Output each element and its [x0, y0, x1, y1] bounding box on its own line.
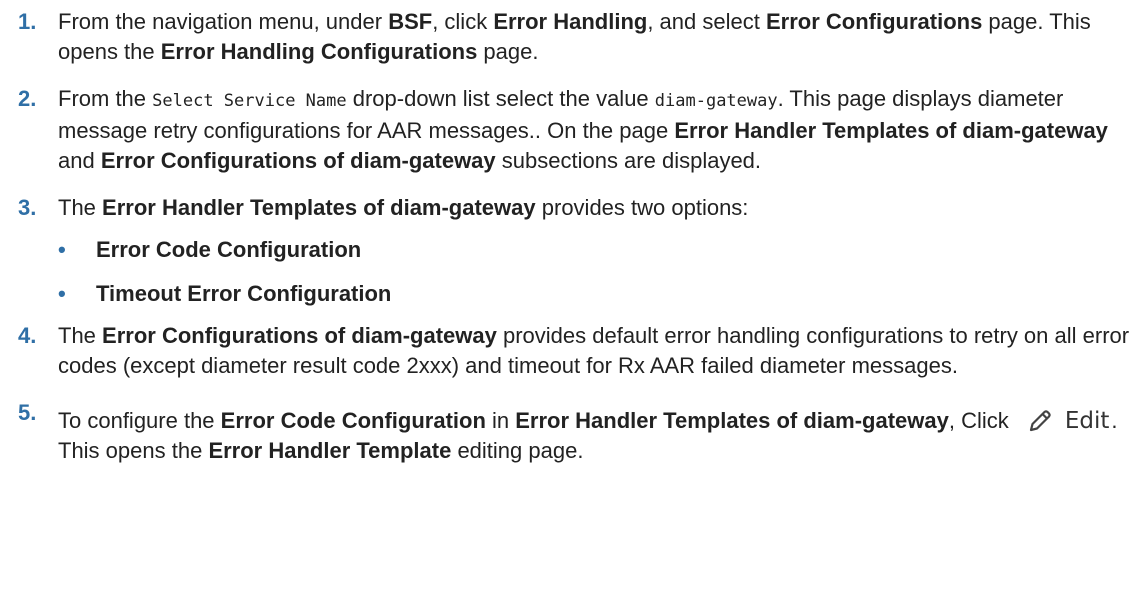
code-diam-gateway: diam-gateway — [654, 91, 778, 111]
section-error-handler-templates: Error Handler Templates of diam-gateway — [674, 118, 1108, 143]
step-4: 4. The Error Configurations of diam-gate… — [18, 323, 1130, 378]
step-number: 2. — [18, 86, 37, 111]
options-list: • Error Code Configuration • Timeout Err… — [18, 235, 1145, 309]
step-number: 4. — [18, 323, 37, 348]
option-error-code-configuration: Error Code Configuration — [220, 408, 486, 433]
step-number: 3. — [18, 195, 37, 220]
section-error-configurations: Error Configurations of diam-gateway — [100, 148, 496, 173]
page-name-error-handler-template: Error Handler Template — [208, 438, 452, 463]
page-name-error-handling-configurations: Error Handling Configurations — [160, 39, 478, 64]
menu-bsf: BSF — [388, 9, 433, 34]
step-2: 2. From the Select Service Name drop-dow… — [18, 86, 1108, 173]
list-item: • Error Code Configuration — [58, 235, 1145, 265]
menu-error-handling: Error Handling — [493, 9, 648, 34]
option-timeout-error-configuration: Timeout Error Configuration — [96, 281, 392, 306]
pencil-icon — [1027, 408, 1053, 434]
step-number: 5. — [18, 400, 37, 425]
edit-label: Edit — [1064, 408, 1110, 434]
bullet-icon: • — [58, 281, 66, 306]
menu-error-configurations: Error Configurations — [765, 9, 983, 34]
step-1: 1. From the navigation menu, under BSF, … — [18, 9, 1091, 64]
edit-button[interactable]: Edit — [1024, 408, 1112, 434]
step-5: 5. To configure the Error Code Configura… — [18, 400, 1118, 463]
section-error-handler-templates: Error Handler Templates of diam-gateway — [102, 195, 536, 220]
procedure-steps: 1. From the navigation menu, under BSF, … — [0, 0, 1145, 466]
list-item: • Timeout Error Configuration — [58, 279, 1145, 309]
code-select-service-name: Select Service Name — [152, 91, 347, 111]
section-error-configurations: Error Configurations of diam-gateway — [102, 323, 497, 348]
section-error-handler-templates: Error Handler Templates of diam-gateway — [515, 408, 949, 433]
step-3: 3. The Error Handler Templates of diam-g… — [18, 193, 1145, 223]
option-error-code-configuration: Error Code Configuration — [96, 237, 362, 262]
bullet-icon: • — [58, 237, 66, 262]
step-number: 1. — [18, 9, 37, 34]
